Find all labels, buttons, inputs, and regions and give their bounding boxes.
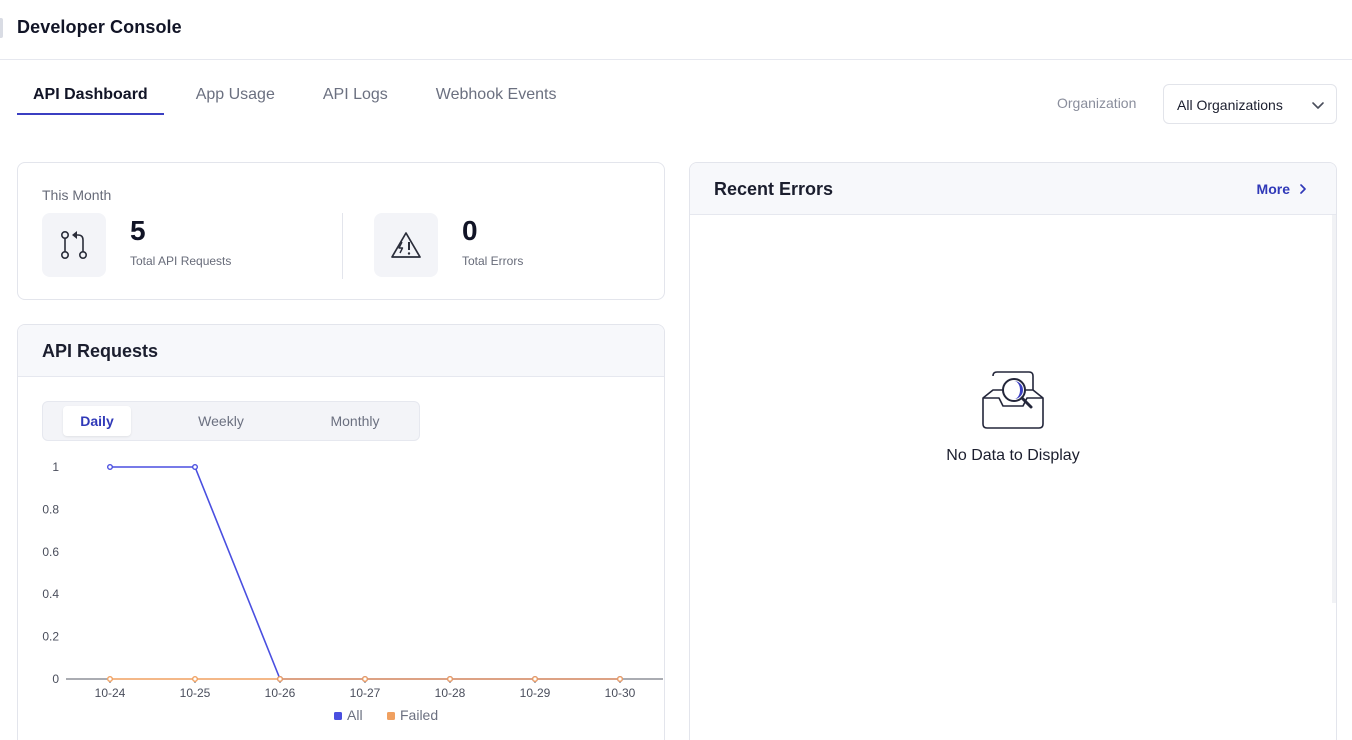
legend-label-all: All <box>347 707 363 723</box>
organization-label: Organization <box>1057 95 1137 111</box>
x-tick-label: 10-28 <box>435 686 466 700</box>
git-pull-request-icon <box>42 213 106 277</box>
data-point-all <box>106 463 113 470</box>
recent-errors-title: Recent Errors <box>714 179 834 199</box>
sidebar-edge[interactable] <box>0 18 3 38</box>
y-tick-label: 0.4 <box>42 587 59 601</box>
y-tick-label: 1 <box>52 460 59 474</box>
tab-webhook-events[interactable]: Webhook Events <box>420 80 573 114</box>
chevron-right-icon <box>1300 184 1306 194</box>
api-requests-card: API Requests Daily Weekly Monthly 0 0.2 0.… <box>17 324 665 740</box>
more-label: More <box>1256 181 1290 197</box>
chevron-down-icon <box>1312 102 1324 109</box>
search-inbox-icon <box>982 371 1044 429</box>
x-tick-label: 10-30 <box>605 686 636 700</box>
data-point-failed <box>447 675 454 682</box>
data-point-failed <box>532 675 539 682</box>
total-errors-label: Total Errors <box>462 254 524 268</box>
x-tick-label: 10-26 <box>265 686 296 700</box>
total-requests-value: 5 <box>130 215 146 246</box>
legend-swatch-all <box>334 712 342 720</box>
data-point-failed <box>617 675 624 682</box>
summary-card: This Month 5 Total API Requests 0 Total … <box>17 162 665 300</box>
x-tick-label: 10-25 <box>180 686 211 700</box>
y-tick-label: 0.2 <box>42 630 59 644</box>
legend-label-failed: Failed <box>400 707 438 723</box>
empty-state-text: No Data to Display <box>946 447 1080 464</box>
summary-period: This Month <box>42 187 112 203</box>
total-errors-value: 0 <box>462 215 478 246</box>
legend-swatch-failed <box>387 712 395 720</box>
more-link[interactable]: More <box>1257 181 1308 197</box>
organization-value: All Organizations <box>1177 97 1283 113</box>
range-weekly[interactable]: Weekly <box>173 406 269 436</box>
data-point-failed <box>191 675 198 682</box>
x-tick-label: 10-27 <box>350 686 381 700</box>
tab-app-usage[interactable]: App Usage <box>180 80 291 114</box>
range-daily[interactable]: Daily <box>63 406 131 436</box>
api-requests-header: API Requests <box>18 325 664 377</box>
series-line-all <box>110 466 620 680</box>
api-requests-chart: 0 0.2 0.4 0.6 0.8 1 10-24 10-25 10-26 10-27 10-28 1… <box>42 460 663 723</box>
y-tick-label: 0.6 <box>42 545 59 559</box>
tab-api-logs[interactable]: API Logs <box>307 80 404 114</box>
app-title: Developer Console <box>17 17 182 37</box>
x-tick-label: 10-29 <box>520 686 551 700</box>
data-point-failed <box>106 675 113 682</box>
warning-icon <box>374 213 438 277</box>
tab-api-dashboard[interactable]: API Dashboard <box>17 80 164 115</box>
range-monthly[interactable]: Monthly <box>307 406 403 436</box>
top-header: Developer Console <box>0 0 1352 60</box>
stat-divider <box>342 213 343 279</box>
api-requests-title: API Requests <box>42 341 159 361</box>
x-tick-label: 10-24 <box>95 686 126 700</box>
organization-select[interactable]: All Organizations <box>1163 84 1337 124</box>
recent-errors-card: Recent Errors More No Data to Display <box>689 162 1337 740</box>
range-segmented-control: Daily Weekly Monthly <box>42 401 420 441</box>
y-tick-label: 0 <box>52 672 59 686</box>
recent-errors-header: Recent Errors <box>690 163 1336 215</box>
dashboard-tabs: API Dashboard App Usage API Logs Webhook… <box>17 80 572 116</box>
total-requests-label: Total API Requests <box>130 254 232 268</box>
scrollbar[interactable] <box>1332 215 1336 603</box>
data-point-all <box>191 463 198 470</box>
y-tick-label: 0.8 <box>42 502 59 516</box>
data-point-failed <box>277 675 284 682</box>
data-point-failed <box>362 675 369 682</box>
